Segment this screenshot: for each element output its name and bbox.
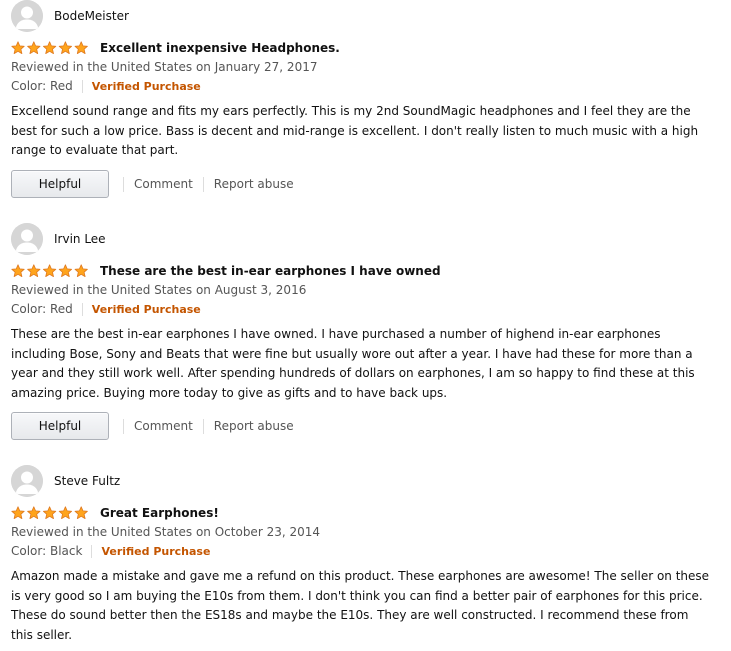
divider [123, 176, 124, 192]
verified-purchase-badge: Verified Purchase [91, 302, 201, 316]
default-profile-avatar-icon [11, 223, 43, 255]
avatar [11, 465, 43, 497]
review-body: Excellend sound range and fits my ears p… [11, 104, 699, 157]
color-variant[interactable]: Color: Black [11, 544, 82, 558]
divider [81, 79, 83, 93]
star-rating[interactable] [11, 264, 91, 278]
default-profile-avatar-icon [11, 0, 43, 32]
review-title-row: Excellent inexpensive Headphones. [11, 39, 340, 57]
review-date: Reviewed in the United States on August … [11, 283, 307, 297]
star-rating[interactable] [11, 41, 91, 55]
review-meta: Color: Black Verified Purchase [11, 544, 210, 558]
comment-link[interactable]: Comment [134, 177, 193, 191]
report-abuse-link[interactable]: Report abuse [214, 177, 294, 191]
helpful-button[interactable]: Helpful [11, 170, 109, 198]
review-actions: Helpful Comment Report abuse [11, 411, 294, 441]
review-body: These are the best in-ear earphones I ha… [11, 327, 695, 400]
divider [81, 302, 83, 316]
review-date: Reviewed in the United States on October… [11, 525, 320, 539]
five-star-rating-icon [11, 264, 88, 278]
divider [123, 418, 124, 434]
review-actions: Helpful Comment Report abuse [11, 169, 294, 199]
review-date: Reviewed in the United States on January… [11, 60, 318, 74]
review-title-row: These are the best in-ear earphones I ha… [11, 262, 441, 280]
reviewer-name[interactable]: Steve Fultz [54, 474, 120, 488]
review-title[interactable]: These are the best in-ear earphones I ha… [100, 264, 441, 278]
reviewer-profile[interactable]: Irvin Lee [11, 223, 106, 255]
five-star-rating-icon [11, 41, 88, 55]
color-variant[interactable]: Color: Red [11, 79, 73, 93]
review-body: Amazon made a mistake and gave me a refu… [11, 569, 710, 642]
reviewer-profile[interactable]: BodeMeister [11, 0, 129, 32]
divider [91, 544, 93, 558]
comment-link[interactable]: Comment [134, 419, 193, 433]
five-star-rating-icon [11, 506, 88, 520]
review-title[interactable]: Excellent inexpensive Headphones. [100, 41, 340, 55]
verified-purchase-badge: Verified Purchase [91, 79, 201, 93]
color-variant[interactable]: Color: Red [11, 302, 73, 316]
review-title-row: Great Earphones! [11, 504, 219, 522]
verified-purchase-badge: Verified Purchase [101, 544, 211, 558]
star-rating[interactable] [11, 506, 91, 520]
reviewer-profile[interactable]: Steve Fultz [11, 465, 120, 497]
avatar [11, 223, 43, 255]
default-profile-avatar-icon [11, 465, 43, 497]
review-meta: Color: Red Verified Purchase [11, 79, 201, 93]
divider [202, 418, 204, 434]
review-title[interactable]: Great Earphones! [100, 506, 219, 520]
helpful-button[interactable]: Helpful [11, 412, 109, 440]
reviewer-name[interactable]: Irvin Lee [54, 232, 106, 246]
avatar [11, 0, 43, 32]
reviewer-name[interactable]: BodeMeister [54, 9, 129, 23]
report-abuse-link[interactable]: Report abuse [214, 419, 294, 433]
review-meta: Color: Red Verified Purchase [11, 302, 201, 316]
divider [202, 176, 204, 192]
